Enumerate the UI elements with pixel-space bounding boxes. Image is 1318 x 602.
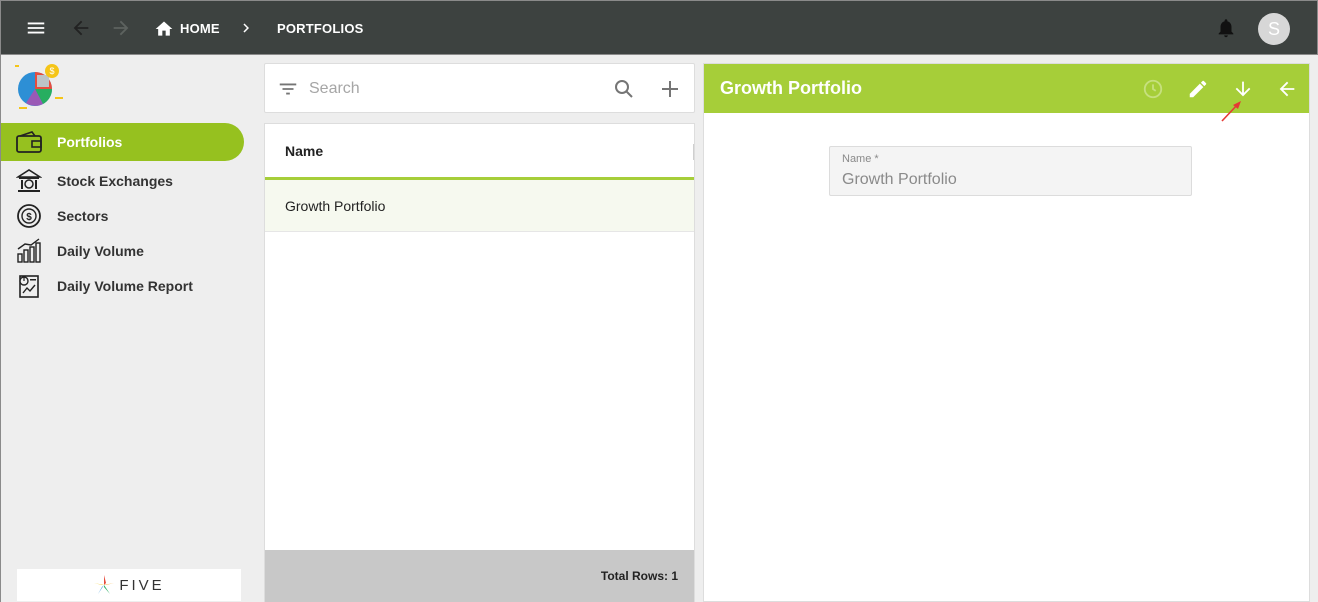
svg-text:$: $ <box>49 66 54 76</box>
detail-panel: Growth Portfolio Name * Growth Portfolio <box>703 63 1310 602</box>
name-field[interactable]: Name * Growth Portfolio <box>829 146 1192 196</box>
back-arrow-icon[interactable] <box>68 15 94 41</box>
column-header-name[interactable]: Name <box>265 124 694 180</box>
menu-icon[interactable] <box>23 15 49 41</box>
breadcrumb-home[interactable]: HOME <box>154 1 220 56</box>
sidebar-item-label: Stock Exchanges <box>57 173 173 189</box>
sidebar-item-label: Daily Volume Report <box>57 278 193 294</box>
home-icon <box>155 21 173 36</box>
bank-icon <box>15 167 43 195</box>
list-panel: Name Growth Portfolio Total Rows: 1 <box>264 123 695 602</box>
search-input[interactable] <box>309 76 589 102</box>
breadcrumb-home-label: HOME <box>180 21 220 36</box>
name-field-value: Growth Portfolio <box>842 171 957 188</box>
sidebar-item-label: Daily Volume <box>57 243 144 259</box>
wallet-icon <box>15 128 43 156</box>
breadcrumb-current: PORTFOLIOS <box>277 21 364 36</box>
detail-title: Growth Portfolio <box>720 78 862 98</box>
table-row[interactable]: Growth Portfolio <box>265 180 694 232</box>
download-arrow-icon[interactable] <box>1230 76 1256 102</box>
bar-chart-icon <box>15 237 43 265</box>
annotation-arrow <box>1221 101 1241 122</box>
sidebar-item-portfolios[interactable]: Portfolios <box>1 123 244 161</box>
history-icon[interactable] <box>1140 76 1166 102</box>
bell-icon[interactable] <box>1213 15 1239 41</box>
add-icon[interactable] <box>658 77 682 101</box>
column-resize-handle[interactable] <box>693 144 694 160</box>
search-icon[interactable] <box>612 77 636 101</box>
sidebar-item-label: Portfolios <box>57 134 123 150</box>
dollar-circle-icon: $ <box>15 202 43 230</box>
edit-icon[interactable] <box>1185 76 1211 102</box>
column-header-label: Name <box>285 142 324 159</box>
top-app-bar: HOME PORTFOLIOS S <box>0 0 1318 55</box>
sidebar-item-sectors[interactable]: $ Sectors <box>1 197 244 235</box>
five-logo-icon <box>94 575 115 594</box>
sidebar: $ Portfolios Stock Exchanges $ Sectors D… <box>0 55 256 602</box>
forward-arrow-icon[interactable] <box>108 15 134 41</box>
total-rows: Total Rows: 1 <box>265 550 694 602</box>
app-logo: $ <box>15 61 67 111</box>
search-bar <box>264 63 695 113</box>
avatar[interactable]: S <box>1258 13 1290 45</box>
brand-name: FIVE <box>119 576 165 594</box>
five-brand-logo: FIVE <box>17 569 241 601</box>
sidebar-item-stock-exchanges[interactable]: Stock Exchanges <box>1 162 244 200</box>
chevron-right-icon <box>235 15 257 41</box>
svg-text:$: $ <box>26 212 32 223</box>
sidebar-item-daily-volume[interactable]: Daily Volume <box>1 232 244 270</box>
filter-icon[interactable] <box>277 78 299 100</box>
report-icon <box>15 272 43 300</box>
sidebar-item-daily-volume-report[interactable]: Daily Volume Report <box>1 267 244 305</box>
back-arrow-icon[interactable] <box>1274 76 1300 102</box>
name-field-label: Name * <box>842 153 879 165</box>
sidebar-item-label: Sectors <box>57 208 109 224</box>
